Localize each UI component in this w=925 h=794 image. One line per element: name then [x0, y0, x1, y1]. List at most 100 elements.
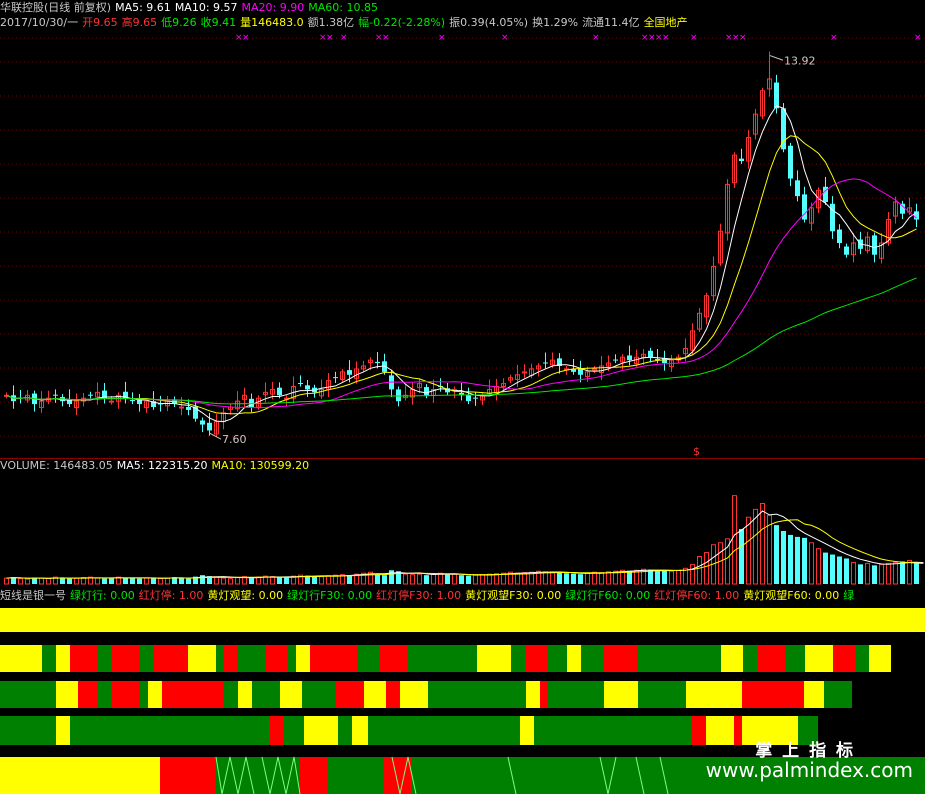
volume-bar [46, 578, 51, 585]
volume-bar [431, 573, 436, 585]
volume-bar [200, 575, 205, 584]
indicator-band-5 [384, 757, 412, 794]
indicator-tail: 绿 [843, 589, 855, 602]
candle-body [298, 382, 303, 384]
volume-bar [760, 502, 765, 585]
signal-marker: × [438, 33, 446, 43]
volume-bar [487, 573, 492, 585]
volume-bar [592, 571, 597, 585]
volume-bar [137, 578, 142, 584]
watermark-url: www.palmindex.com [705, 758, 913, 782]
candle-body [200, 420, 205, 425]
stock-chart[interactable]: × × × × × × × × × × × × × × × × × × × ×13.927.60$ [0, 0, 925, 794]
indicator-band-2 [567, 645, 581, 672]
volume-bar [543, 571, 548, 585]
volume-bar [312, 576, 317, 584]
signal-marker: × [242, 33, 250, 43]
indicator-band-4 [368, 716, 520, 745]
volume-bar [18, 578, 23, 585]
volume-bar [732, 495, 737, 585]
candle-body [186, 407, 191, 410]
indicator-band-3 [400, 681, 428, 708]
indicator-band-3 [140, 681, 148, 708]
signal-marker: × [914, 33, 922, 43]
ma10-line [6, 135, 917, 415]
indicator-band-2 [743, 645, 757, 672]
ma10-label: MA10: 9.57 [174, 1, 238, 14]
indicator-band-2 [721, 645, 743, 672]
indicator-band-2 [785, 645, 805, 672]
volume-bar [690, 563, 695, 585]
ma20-line [6, 178, 917, 409]
yellow-light-value: 黄灯观望: 0.00 [207, 589, 284, 602]
green-light-value: 绿灯行: 0.00 [70, 589, 135, 602]
indicator-band-4 [304, 716, 338, 745]
indicator-band-4 [520, 716, 534, 745]
signal-marker: × [830, 33, 838, 43]
candle-body [347, 370, 352, 375]
volume-bar [4, 577, 9, 585]
signal-marker: × [382, 33, 390, 43]
candle-body [333, 377, 338, 379]
volume-bar [879, 563, 884, 585]
signal-marker: × [662, 33, 670, 43]
volume-bar [228, 578, 233, 585]
volume-bar [319, 576, 324, 585]
volume-bar [564, 573, 569, 584]
volume-bar [256, 576, 261, 585]
volume-bar [123, 577, 128, 584]
red-f30-value: 红灯停F30: 1.00 [376, 589, 462, 602]
volume-bar [480, 574, 485, 585]
volume-bar [872, 565, 877, 584]
indicator-band-4 [338, 716, 352, 745]
volume-bar [914, 563, 919, 584]
sector-label[interactable]: 全国地产 [644, 16, 688, 29]
price-header-row-2: 2017/10/30/一 开9.65 高9.65 低9.26 收9.41 量146483.… [0, 16, 692, 30]
vol-ma5-label: MA5: 122315.20 [116, 459, 208, 472]
indicator-band-3 [0, 681, 56, 708]
indicator-header: 短线是银一号 绿灯行: 0.00 红灯停: 1.00 黄灯观望: 0.00 绿灯行F30… [0, 589, 858, 603]
candle-body [662, 358, 667, 364]
green-f60-value: 绿灯行F60: 0.00 [565, 589, 651, 602]
indicator-band-2 [855, 645, 869, 672]
indicator-band-2 [140, 645, 154, 672]
indicator-band-2 [288, 645, 296, 672]
candle-body [837, 229, 842, 243]
volume-bar [95, 577, 100, 585]
indicator-band-2 [266, 645, 288, 672]
indicator-band-2 [603, 645, 637, 672]
volume-bar [410, 574, 415, 585]
indicator-band-2 [112, 645, 140, 672]
volume-bar [669, 570, 674, 585]
indicator-band-5 [300, 757, 328, 794]
volume-bar [347, 575, 352, 584]
indicator-band-4 [284, 716, 304, 745]
volume-bar [417, 573, 422, 585]
amplitude-value: 振0.39(4.05%) [449, 16, 529, 29]
candle-body [627, 355, 632, 361]
volume-bar [74, 577, 79, 585]
candle-body [396, 389, 401, 402]
volume-bar [452, 573, 457, 585]
red-light-value: 红灯停: 1.00 [138, 589, 204, 602]
indicator-band-2 [98, 645, 112, 672]
indicator-name: 短线是银一号 [0, 589, 66, 602]
ma20-label: MA20: 9.90 [241, 1, 305, 14]
candle-body [872, 235, 877, 255]
volume-bar [109, 578, 114, 584]
indicator-band-2 [869, 645, 891, 672]
indicator-band-3 [238, 681, 252, 708]
volume-bar [277, 577, 282, 584]
ma5-label: MA5: 9.61 [115, 1, 171, 14]
volume-bar [130, 578, 135, 584]
indicator-band-3 [252, 681, 280, 708]
volume-bar [186, 578, 191, 584]
candle-body [130, 399, 135, 402]
indicator-band-2 [56, 645, 70, 672]
signal-marker: × [501, 33, 509, 43]
amount-value: 额1.38亿 [307, 16, 355, 29]
volume-bar [599, 572, 604, 585]
volume-bar [900, 561, 905, 584]
volume-bar [473, 574, 478, 585]
volume-bar [284, 577, 289, 584]
